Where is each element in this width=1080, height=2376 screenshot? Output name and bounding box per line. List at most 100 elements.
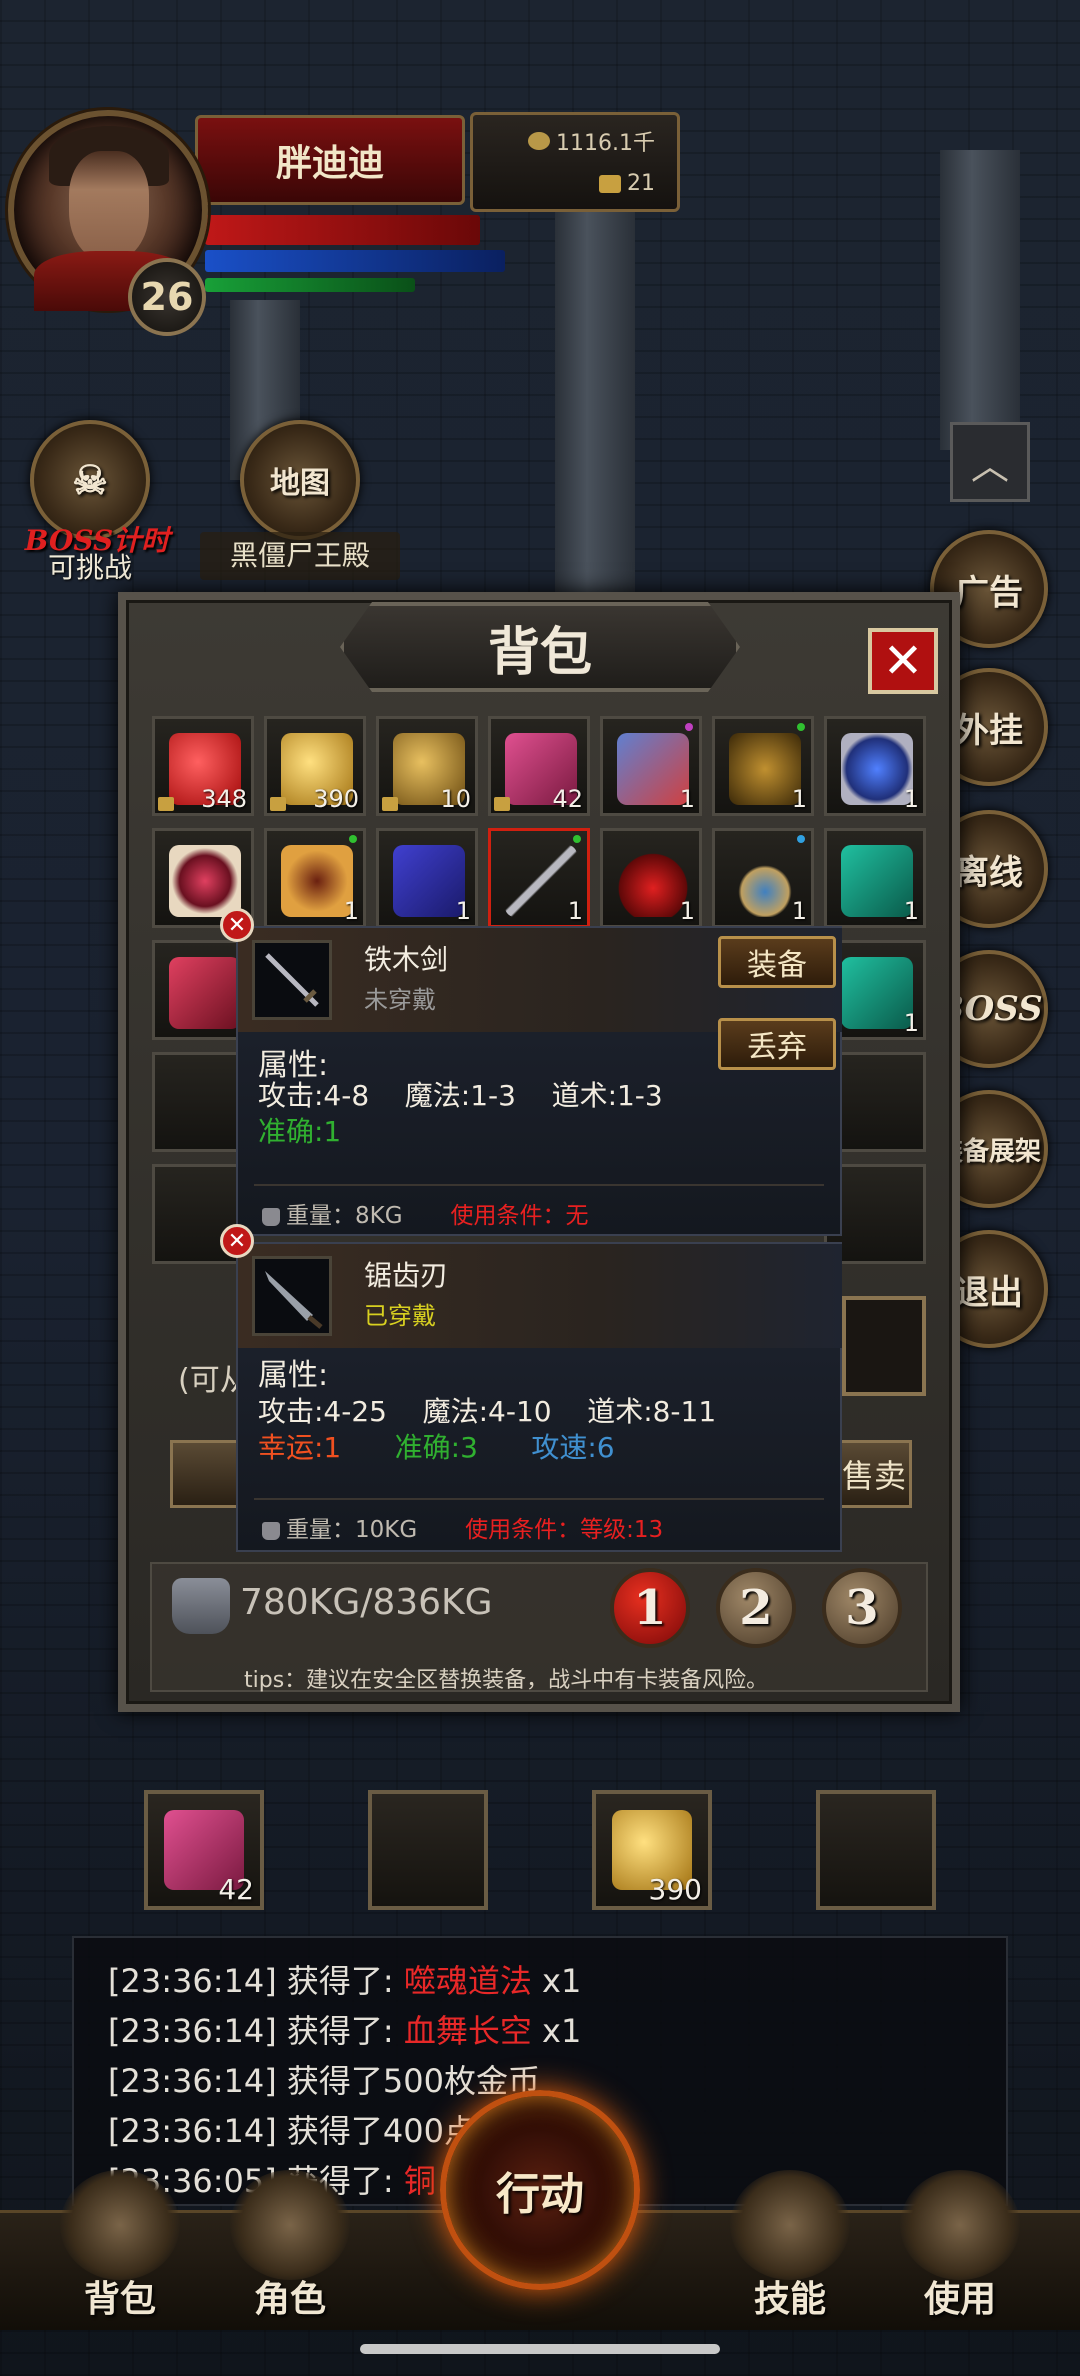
nav-skills[interactable]: 技能 [720, 2170, 860, 2320]
quality-dot-icon [797, 723, 805, 731]
page-2-label: 2 [739, 1580, 773, 1636]
discard-label: 丢弃 [747, 1030, 807, 1065]
close-button[interactable]: ✕ [868, 628, 938, 694]
chat-suffix: x1 [531, 2012, 582, 2050]
page-3-label: 3 [845, 1580, 879, 1636]
nav-bag[interactable]: 背包 [50, 2170, 190, 2320]
green-book-icon [841, 845, 913, 917]
action-button[interactable]: 行动 [440, 2090, 640, 2290]
amulet-icon [729, 845, 801, 917]
chat-item-name: 铜 [403, 2162, 436, 2200]
xp-bar [205, 278, 415, 292]
level-badge: 26 [128, 258, 206, 336]
requirement-info: 使用条件：等级:13 [465, 1517, 664, 1543]
quick-slot-empty[interactable] [816, 1790, 936, 1910]
inventory-slot-amulet[interactable]: 1 [712, 828, 814, 928]
weight-bag-icon [172, 1578, 230, 1634]
collapse-button[interactable]: ︿ [950, 422, 1030, 502]
lock-icon [494, 797, 510, 811]
inventory-slot-gold-potion[interactable]: 390 [264, 716, 366, 816]
nav-use[interactable]: 使用 [890, 2170, 1030, 2320]
item-tooltip-new: 铁木剑 未穿戴 属性: 攻击:4-8 魔法:1-3 道术:1-3 准确:1 重量… [236, 926, 842, 1236]
inventory-slot-red-potion-small[interactable]: 1 [600, 828, 702, 928]
gold-amount: 1116.1千 [556, 131, 655, 156]
discard-button[interactable]: 丢弃 [718, 1018, 836, 1070]
item-count: 1 [903, 897, 919, 925]
inventory-slot-iron-sword[interactable]: 1 [488, 828, 590, 928]
ad-label: 广告 [955, 572, 1023, 613]
bag-title-text: 背包 [487, 621, 592, 683]
green-book-icon [841, 957, 913, 1029]
sell-label: 售卖 [841, 1457, 906, 1495]
quality-dot-icon [685, 723, 693, 731]
weight-info: 重量：10KG [262, 1510, 417, 1544]
home-indicator[interactable] [360, 2344, 720, 2354]
hp-bar [205, 215, 480, 245]
chat-prefix: [23:36:14] 获得了: [108, 2012, 404, 2050]
inventory-slot-gold-ring[interactable]: 1 [264, 828, 366, 928]
demon-icon: ☠ [72, 456, 108, 504]
chat-line: [23:36:14] 获得了400点 [108, 2106, 476, 2152]
item-count: 1 [679, 897, 695, 925]
luck-stat: 幸运:1 [258, 1431, 342, 1464]
equip-button[interactable]: 装备 [718, 936, 836, 988]
inventory-slot-gold-ore[interactable]: 10 [376, 716, 478, 816]
chevron-up-icon: ︿ [970, 443, 1009, 488]
inventory-slot-sapphire-ring[interactable]: 1 [824, 716, 926, 816]
item-count: 42 [552, 785, 583, 813]
quick-slot-scroll-pink[interactable]: 42 [144, 1790, 264, 1910]
mp-bar [205, 250, 505, 272]
sort-button-partial[interactable] [170, 1440, 240, 1508]
lock-icon [158, 797, 174, 811]
boss-timer-button[interactable]: ☠ BOSS计时 [25, 420, 169, 557]
quick-slot-empty[interactable] [368, 1790, 488, 1910]
item-count: 390 [313, 785, 359, 813]
item-count: 1 [903, 1009, 919, 1037]
tooltip-close-icon[interactable]: ✕ [220, 1224, 254, 1258]
map-location-label: 黑僵尸王殿 [200, 532, 400, 580]
page-3-button[interactable]: 3 [822, 1568, 902, 1648]
nav-skills-label: 技能 [753, 2278, 826, 2320]
page-1-label: 1 [633, 1580, 667, 1636]
taoism-stat: 道术:8-11 [587, 1395, 717, 1428]
gold-coin-icon [528, 132, 551, 150]
inventory-slot-green-book[interactable]: 1 [824, 828, 926, 928]
item-worn-state: 未穿戴 [364, 986, 436, 1014]
item-count: 1 [791, 897, 807, 925]
map-button[interactable]: 地图 [240, 420, 360, 540]
bag-weight: 780KG/836KG [240, 1582, 493, 1623]
page-1-button[interactable]: 1 [610, 1568, 690, 1648]
skull-charm-icon [729, 733, 801, 805]
ingot-icon [599, 174, 621, 193]
inventory-slot-cloth-armor[interactable]: 1 [600, 716, 702, 816]
quick-slot-gold-potion[interactable]: 390 [592, 1790, 712, 1910]
auto-plugin-label: 外挂 [955, 710, 1023, 751]
red-book-icon [169, 957, 241, 1029]
boss-status-text: 可挑战 [47, 551, 132, 584]
tooltip-close-icon[interactable]: ✕ [220, 908, 254, 942]
nav-character[interactable]: 角色 [220, 2170, 360, 2320]
inventory-slot-red-potion[interactable]: 348 [152, 716, 254, 816]
gold-row: 1116.1千 [528, 125, 655, 157]
player-name: 胖迪迪 [275, 143, 384, 184]
weight-icon [262, 1207, 280, 1226]
inventory-slot-scroll-pink[interactable]: 42 [488, 716, 590, 816]
bonus-stats-line: 幸运:1 准确:3 攻速:6 [258, 1426, 615, 1466]
avatar-face [69, 151, 149, 261]
chat-line: [23:36:14] 获得了500枚金币 [108, 2056, 540, 2102]
item-count: 1 [455, 897, 471, 925]
inventory-slot-skull-charm[interactable]: 1 [712, 716, 814, 816]
quality-dot-icon [797, 835, 805, 843]
page-2-button[interactable]: 2 [716, 1568, 796, 1648]
inventory-slot-blue-book[interactable]: 1 [376, 828, 478, 928]
attack-stat: 攻击:4-8 [258, 1079, 370, 1112]
background-pillar [555, 200, 635, 620]
item-count: 42 [218, 1873, 254, 1906]
requirement-info: 使用条件：无 [450, 1203, 589, 1229]
chat-line: [23:36:14] 获得了: 血舞长空 x1 [108, 2006, 581, 2052]
nav-use-label: 使用 [923, 2278, 996, 2320]
attributes-title: 属性: [258, 1358, 329, 1393]
sell-button[interactable]: 售卖 [836, 1440, 912, 1508]
partial-slot-frame [842, 1296, 926, 1396]
weight-value: 重量：10KG [286, 1517, 418, 1543]
